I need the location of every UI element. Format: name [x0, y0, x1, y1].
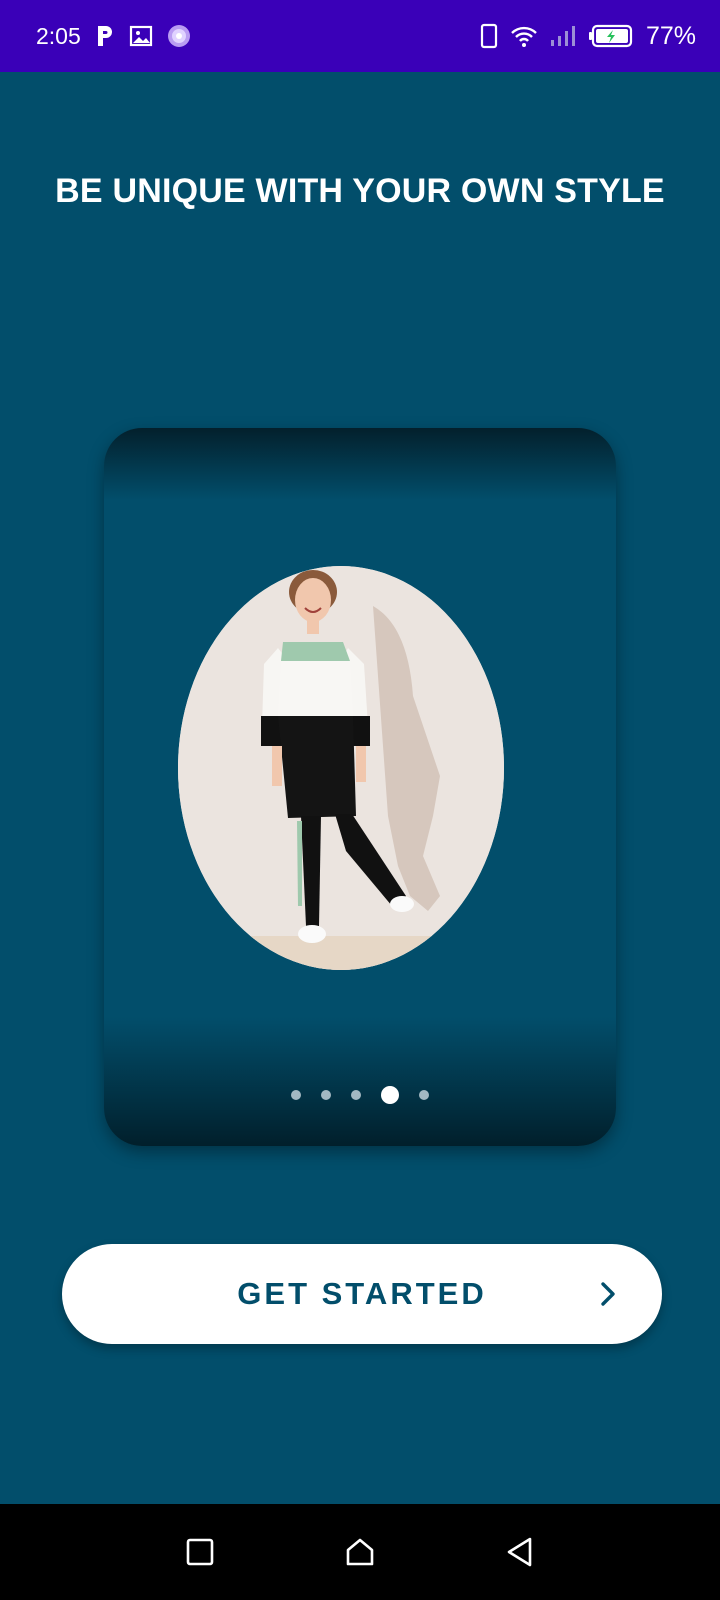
carousel-dot-active[interactable] [381, 1086, 399, 1104]
gallery-icon [129, 24, 153, 48]
status-time: 2:05 [36, 22, 81, 49]
chevron-right-icon [598, 1280, 618, 1308]
get-started-button[interactable]: GET STARTED [62, 1244, 662, 1344]
back-icon[interactable] [490, 1522, 550, 1582]
get-started-label: GET STARTED [237, 1276, 487, 1311]
carousel-page-indicator [104, 1086, 616, 1104]
status-bar: 2:05 77% [0, 0, 720, 72]
battery-percent: 77% [645, 21, 696, 50]
signal-icon [550, 25, 576, 47]
model-photo [178, 566, 504, 970]
status-bar-left: 2:05 [36, 23, 191, 50]
carousel-dot[interactable] [351, 1090, 361, 1100]
home-icon[interactable] [330, 1522, 390, 1582]
carousel-dot[interactable] [291, 1090, 301, 1100]
style-carousel-card[interactable] [104, 428, 616, 1146]
vibrate-icon [480, 23, 498, 49]
system-nav-bar [0, 1504, 720, 1600]
app-badge-icon [167, 24, 191, 48]
carousel-dot[interactable] [419, 1090, 429, 1100]
wifi-icon [510, 24, 538, 48]
recents-icon[interactable] [170, 1522, 230, 1582]
parking-icon [95, 24, 115, 48]
carousel-dot[interactable] [321, 1090, 331, 1100]
status-bar-right: 77% [480, 22, 696, 51]
onboarding-screen: BE UNIQUE WITH YOUR OWN STYLE GET STARTE… [0, 72, 720, 1504]
battery-charging-icon [588, 24, 634, 48]
girl-model-illustration [178, 566, 504, 970]
onboarding-headline: BE UNIQUE WITH YOUR OWN STYLE [55, 172, 665, 210]
